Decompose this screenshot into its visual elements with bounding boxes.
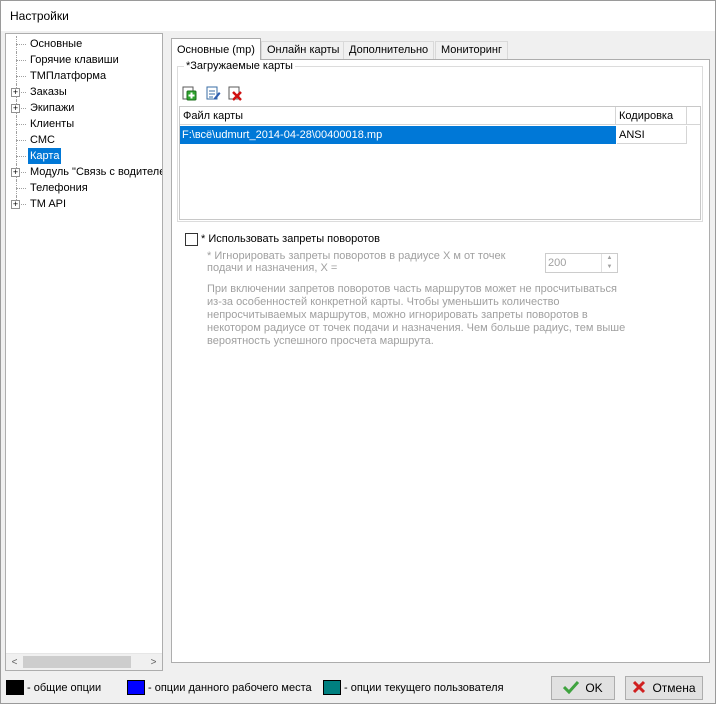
checkmark-icon [563, 680, 580, 697]
title-bar[interactable]: Настройки [1, 1, 715, 31]
tree-item[interactable]: + Заказы [6, 84, 162, 100]
tree-expand-icon[interactable]: + [11, 88, 20, 97]
tree-item-label: Основные [30, 38, 83, 50]
tree-item-label: Заказы [30, 86, 67, 98]
spin-up-icon[interactable]: ▲ [602, 254, 617, 263]
tree-item[interactable]: Карта [6, 148, 162, 164]
spin-buttons: ▲ ▼ [601, 254, 617, 272]
tree-item-label: Клиенты [30, 118, 75, 130]
tree-item[interactable]: Телефония [6, 180, 162, 196]
description-line: из-за особенностей конкретной карты. Что… [207, 296, 560, 308]
legend-text-user: - опции текущего пользователя [344, 682, 504, 694]
loaded-maps-group: *Загружаемые карты Файл карты Кодировка … [177, 60, 703, 222]
group-title: *Загружаемые карты [184, 60, 295, 72]
turn-restrictions-description: При включении запретов поворотов часть м… [207, 283, 625, 348]
tree-item[interactable]: + Модуль "Связь с водителем" [6, 164, 162, 180]
tree-connector [16, 60, 26, 61]
tree-item-label: ТМПлатформа [30, 70, 107, 82]
cell-encoding[interactable]: ANSI [617, 126, 687, 144]
scroll-left-icon[interactable]: < [6, 654, 23, 670]
tree-expand-icon[interactable]: + [11, 168, 20, 177]
add-map-icon[interactable] [181, 85, 197, 101]
tree-connector [16, 124, 26, 125]
tab-panel-main-mp: *Загружаемые карты Файл карты Кодировка … [171, 59, 710, 663]
tree-item[interactable]: Горячие клавиши [6, 52, 162, 68]
table-row[interactable]: F:\всё\udmurt_2014-04-28\00400018.mp ANS… [180, 126, 700, 144]
legend-color-workstation [127, 680, 145, 695]
table-header: Файл карты Кодировка [180, 107, 700, 125]
cell-file[interactable]: F:\всё\udmurt_2014-04-28\00400018.mp [180, 126, 616, 144]
description-line: непросчитываемых маршрутов, можно игнори… [207, 309, 588, 321]
tree-item-label: Карта [28, 148, 62, 164]
ok-button[interactable]: OK [551, 676, 615, 700]
tree-connector [16, 140, 26, 141]
ok-label: OK [585, 681, 603, 695]
tree-item-label: СМС [30, 134, 55, 146]
tree-connector [16, 76, 26, 77]
tree-connector [16, 188, 26, 189]
tree-expand-icon[interactable]: + [11, 104, 20, 113]
tree-item-label: Модуль "Связь с водителем" [30, 166, 163, 178]
tree-expand-icon[interactable]: + [11, 200, 20, 209]
scroll-right-icon[interactable]: > [145, 654, 162, 670]
legend-color-user [323, 680, 341, 695]
tree-item[interactable]: Основные [6, 36, 162, 52]
legend-text-general: - общие опции [27, 682, 102, 694]
settings-window: Настройки Основные Горячие клавиши ТМПлатф… [0, 0, 716, 704]
tree-connector [16, 44, 26, 45]
tree-item[interactable]: + Экипажи [6, 100, 162, 116]
settings-tree[interactable]: Основные Горячие клавиши ТМПлатформа + Заказ… [5, 33, 163, 671]
tab-online-maps[interactable]: Онлайн карты [261, 41, 346, 60]
use-turn-restrictions-label[interactable]: * Использовать запреты поворотов [201, 233, 380, 245]
legend-color-general [6, 680, 24, 695]
legend-text-workstation: - опции данного рабочего места [148, 682, 312, 694]
tree-horizontal-scrollbar[interactable]: < > [6, 653, 162, 670]
description-line: вероятность успешного просчета маршрута. [207, 335, 434, 347]
use-turn-restrictions-checkbox[interactable] [185, 233, 198, 246]
window-title: Настройки [10, 9, 69, 23]
tab-additional[interactable]: Дополнительно [343, 41, 435, 60]
scroll-thumb[interactable] [23, 656, 131, 668]
ignore-radius-label-line2: подачи и назначения, X = [207, 262, 338, 274]
cancel-label: Отмена [652, 681, 696, 695]
edit-map-icon[interactable] [205, 85, 221, 101]
description-line: При включении запретов поворотов часть м… [207, 283, 617, 295]
column-header-encoding[interactable]: Кодировка [616, 107, 687, 125]
description-line: некотором радиусе от точек подачи и назн… [207, 322, 626, 334]
tab-monitoring[interactable]: Мониторинг [435, 41, 509, 60]
tree-connector [16, 156, 26, 157]
radius-spinbox[interactable]: ▲ ▼ [545, 253, 618, 273]
delete-map-icon[interactable] [227, 85, 243, 101]
tree-item-label: Горячие клавиши [30, 54, 119, 66]
tree-item-label: Телефония [30, 182, 88, 194]
tree-item-label: TM API [30, 198, 67, 210]
cross-icon [632, 680, 646, 697]
radius-input[interactable] [548, 256, 598, 270]
maps-table: Файл карты Кодировка F:\всё\udmurt_2014-… [179, 106, 701, 220]
ignore-radius-label: * Игнорировать запреты поворотов в радиу… [207, 250, 505, 274]
tree-item[interactable]: + TM API [6, 196, 162, 212]
tree-item[interactable]: СМС [6, 132, 162, 148]
tab-main-mp[interactable]: Основные (mp) [171, 38, 261, 60]
column-header-file[interactable]: Файл карты [180, 107, 616, 125]
tree-item[interactable]: Клиенты [6, 116, 162, 132]
cancel-button[interactable]: Отмена [625, 676, 703, 700]
tree-item-label: Экипажи [30, 102, 75, 114]
ignore-radius-label-line1: * Игнорировать запреты поворотов в радиу… [207, 250, 506, 262]
spin-down-icon[interactable]: ▼ [602, 263, 617, 272]
tree-item[interactable]: ТМПлатформа [6, 68, 162, 84]
